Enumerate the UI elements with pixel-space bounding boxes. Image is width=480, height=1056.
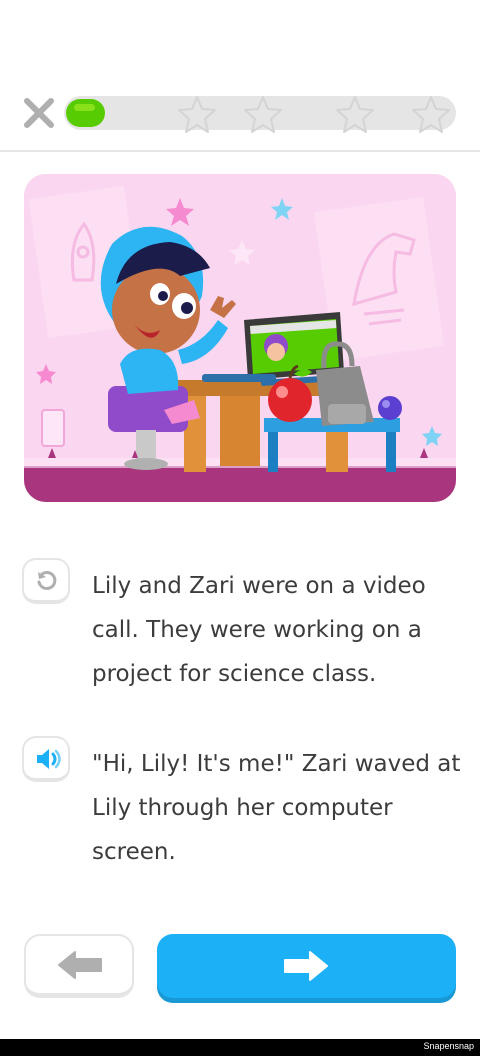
star-icon (244, 96, 282, 133)
replay-button[interactable] (22, 558, 70, 604)
watermark: Snapensnap (423, 1041, 474, 1051)
star-icon (178, 96, 216, 133)
arrow-right-icon (284, 951, 328, 981)
story-line-text: Lily and Zari were on a video call. They… (92, 573, 426, 687)
arrow-left-icon (58, 951, 102, 979)
back-button[interactable] (24, 934, 134, 998)
story-line: Lily and Zari were on a video call. They… (22, 558, 462, 690)
next-button[interactable] (157, 934, 456, 998)
close-icon (24, 98, 54, 128)
lesson-header (0, 88, 480, 136)
progress-fill (66, 99, 105, 127)
video-call-scene (24, 174, 456, 502)
story-line-text: "Hi, Lily! It's me!" Zari waved at Lily … (92, 751, 461, 865)
progress-bar (64, 96, 456, 133)
speaker-button[interactable] (22, 736, 70, 782)
story-illustration (24, 174, 456, 502)
footer-bar: Snapensnap (0, 1039, 480, 1056)
speaker-icon (37, 749, 61, 769)
replay-icon (37, 570, 57, 590)
close-button[interactable] (22, 96, 56, 130)
star-icon (336, 96, 374, 133)
header-divider (0, 150, 480, 152)
star-icon (412, 96, 450, 133)
story-line: "Hi, Lily! It's me!" Zari waved at Lily … (22, 736, 462, 868)
